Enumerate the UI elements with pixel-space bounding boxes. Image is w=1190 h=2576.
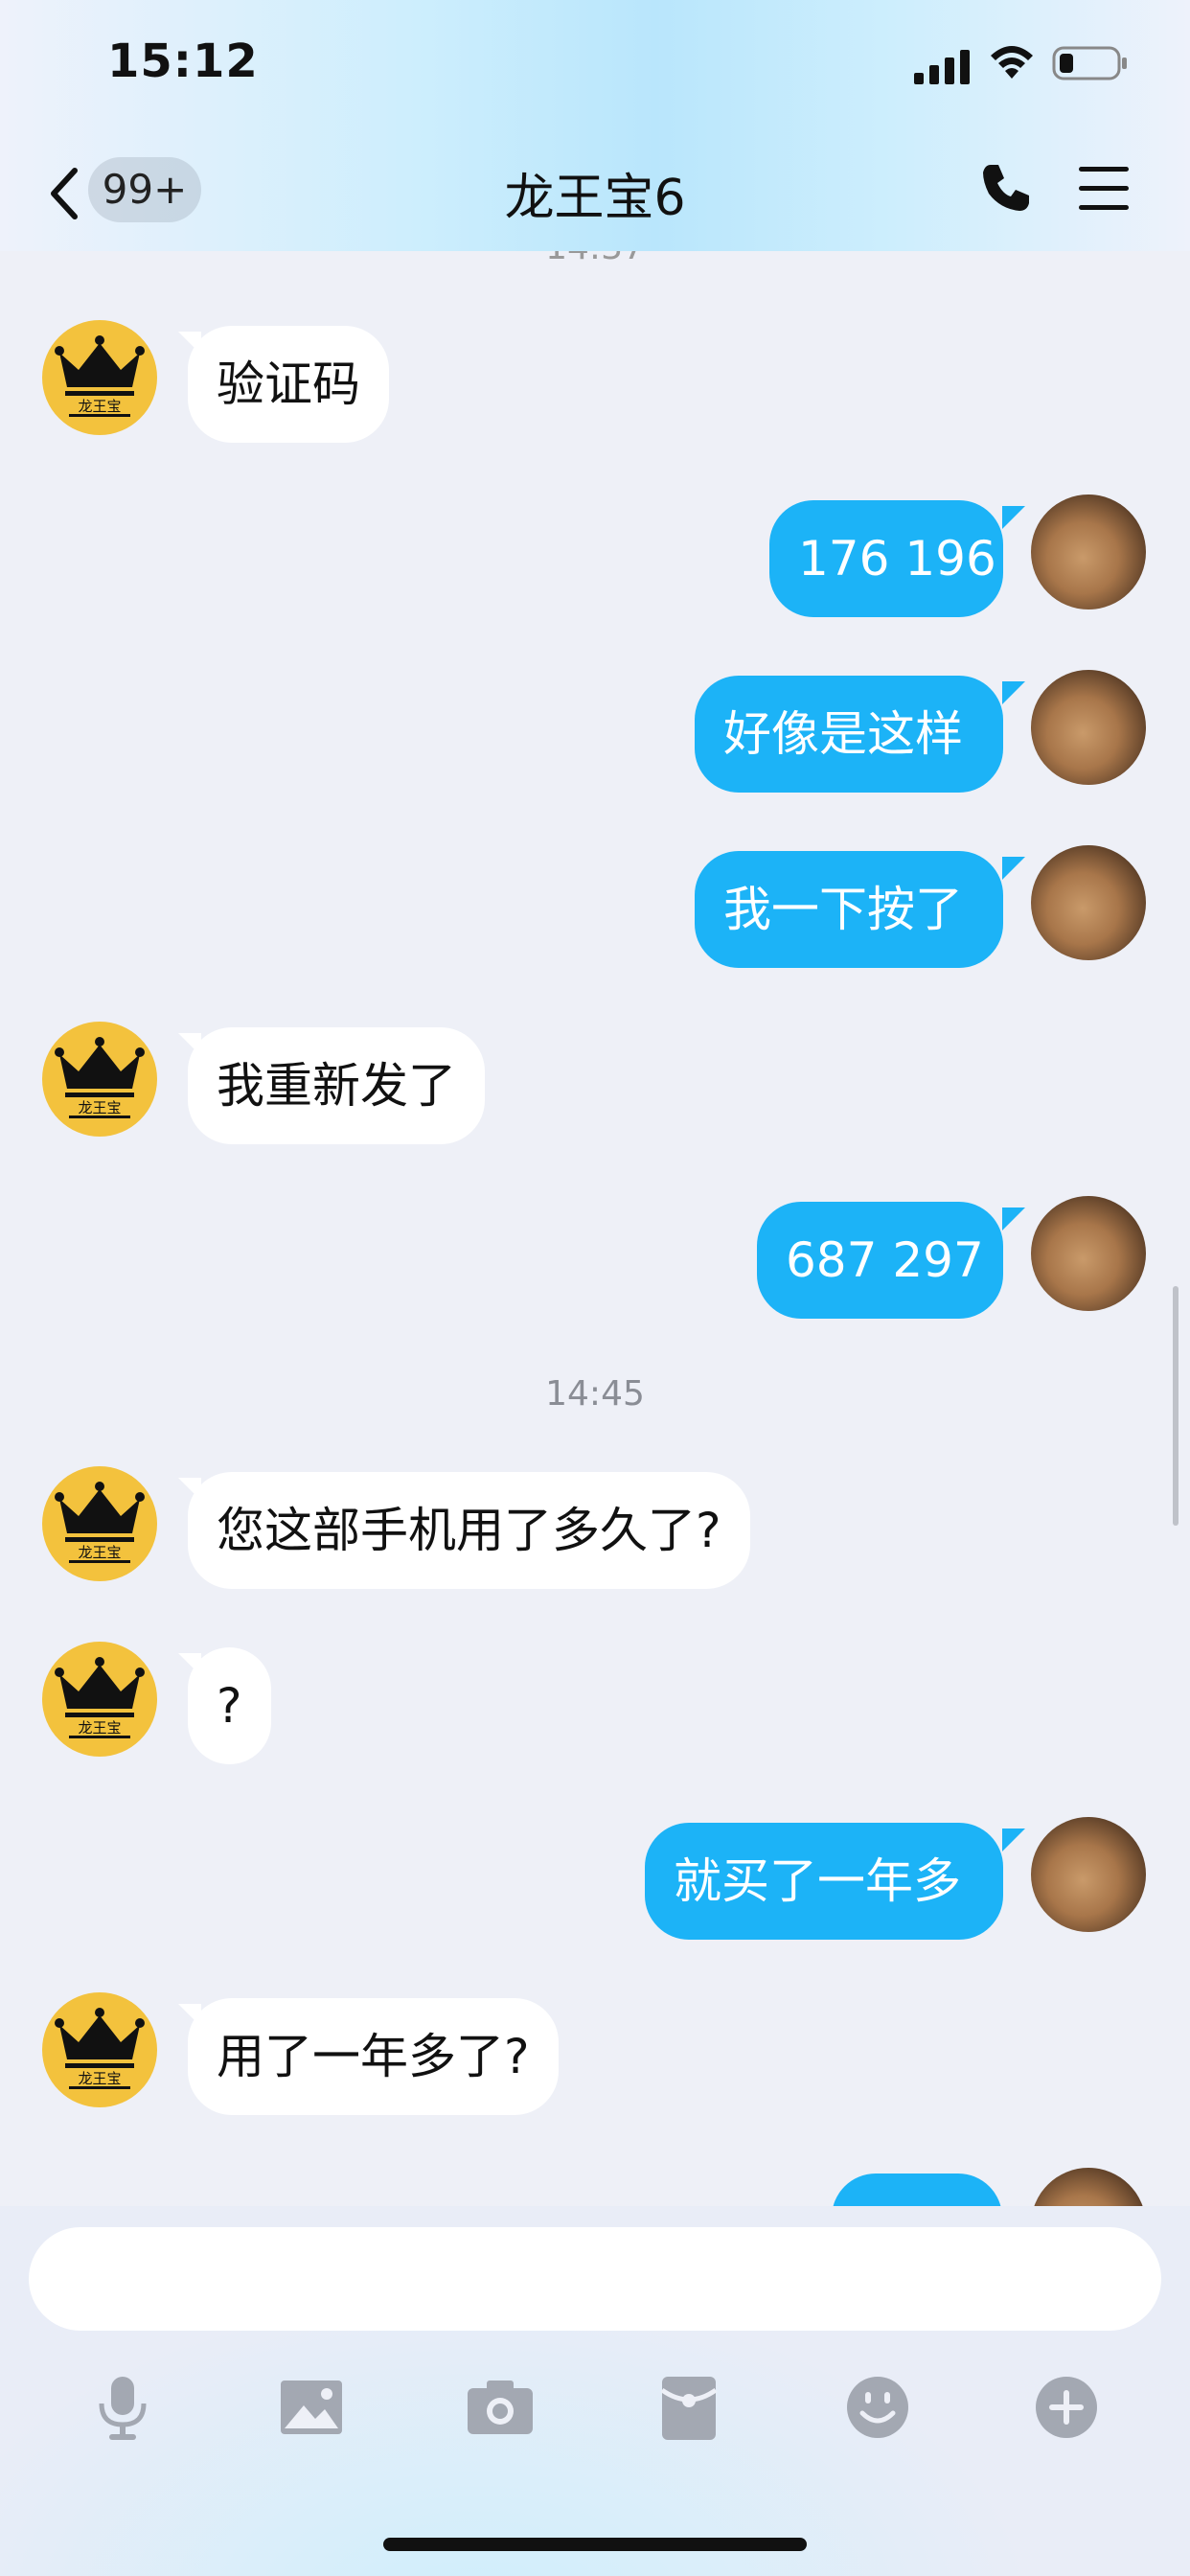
bubble-tail [1002,681,1025,704]
red-packet-icon[interactable] [651,2369,727,2446]
incoming-message[interactable]: 我重新发了 [188,1027,485,1144]
bubble-tail [1002,1828,1025,1852]
logo-text: 龙王宝 [78,1099,121,1116]
status-bar: 15:12 [0,0,1190,134]
input-area [0,2206,1190,2576]
outgoing-message[interactable] [832,2174,1002,2206]
menu-icon[interactable] [1077,165,1131,213]
contact-avatar[interactable]: 龙王宝 [42,1642,157,1757]
crown-logo-icon: 龙王宝 [55,2008,145,2089]
phone-call-icon[interactable] [977,159,1035,217]
emoji-icon[interactable] [839,2369,916,2446]
home-indicator[interactable] [383,2538,807,2551]
logo-text: 龙王宝 [78,1544,121,1561]
bubble-tail [1002,857,1025,880]
user-avatar[interactable] [1031,845,1146,960]
logo-text: 龙王宝 [78,2070,121,2087]
incoming-message[interactable]: 用了一年多了? [188,1998,559,2115]
user-avatar[interactable] [1031,1817,1146,1932]
user-avatar[interactable] [1031,1196,1146,1311]
contact-avatar[interactable]: 龙王宝 [42,1466,157,1581]
timestamp: 14:37 [0,251,1190,267]
outgoing-message[interactable]: 687 297 [757,1202,1003,1319]
microphone-icon[interactable] [84,2369,161,2446]
outgoing-message[interactable]: 176 196 [769,500,1003,617]
logo-text: 龙王宝 [78,398,121,415]
incoming-message[interactable]: ? [188,1647,271,1764]
crown-logo-icon: 龙王宝 [55,335,145,417]
user-avatar[interactable] [1031,2168,1146,2206]
plus-icon[interactable] [1028,2369,1105,2446]
contact-avatar[interactable]: 龙王宝 [42,1022,157,1137]
status-time: 15:12 [107,34,259,88]
timestamp: 14:45 [545,1374,645,1414]
wifi-icon [991,46,1033,79]
battery-icon [1052,46,1127,80]
chat-scrollbar[interactable] [1173,1286,1179,1526]
outgoing-message[interactable]: 我一下按了 [695,851,1003,968]
message-input[interactable] [29,2227,1161,2331]
chat-message-list[interactable]: 14:37 龙王宝 验证码 176 196 好像是这样 我一下按了 龙王宝 我重… [0,251,1190,2206]
crown-logo-icon: 龙王宝 [55,1657,145,1738]
nav-bar: 99+ 龙王宝6 [0,144,1190,249]
bubble-tail [1002,506,1025,529]
signal-icon [914,50,970,84]
contact-avatar[interactable]: 龙王宝 [42,1992,157,2107]
crown-logo-icon: 龙王宝 [55,1482,145,1563]
crown-logo-icon: 龙王宝 [55,1037,145,1118]
bubble-tail [1002,1208,1025,1230]
contact-avatar[interactable]: 龙王宝 [42,320,157,435]
outgoing-message[interactable]: 就买了一年多 [645,1823,1003,1940]
camera-icon[interactable] [462,2369,538,2446]
user-avatar[interactable] [1031,494,1146,610]
incoming-message[interactable]: 您这部手机用了多久了? [188,1472,750,1589]
outgoing-message[interactable]: 好像是这样 [695,676,1003,793]
user-avatar[interactable] [1031,670,1146,785]
logo-text: 龙王宝 [78,1719,121,1736]
incoming-message[interactable]: 验证码 [188,326,389,443]
image-icon[interactable] [273,2369,350,2446]
